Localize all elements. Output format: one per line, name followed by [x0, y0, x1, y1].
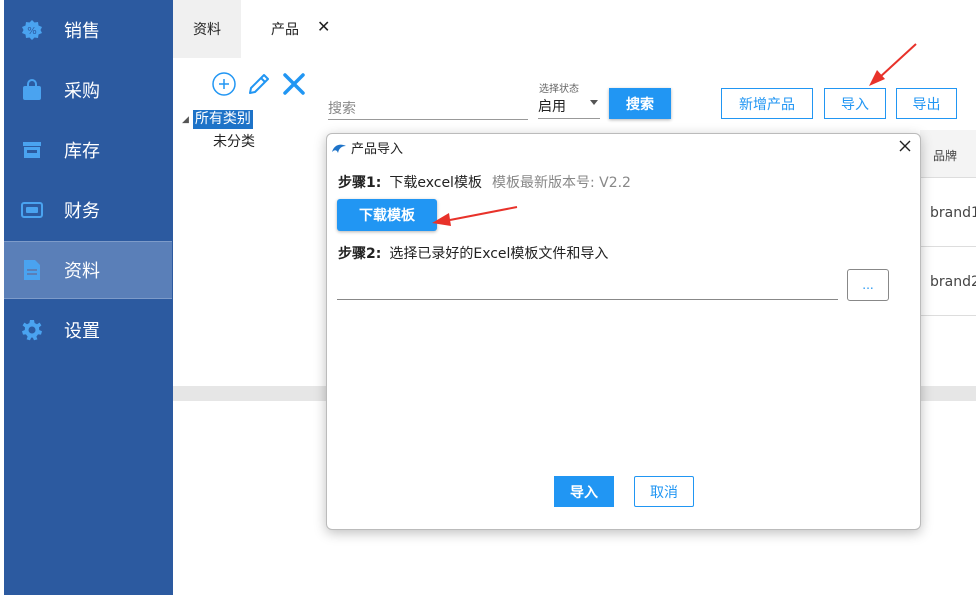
tree-node-label: 所有类别 [192, 110, 253, 129]
column-header-brand[interactable]: 品牌 [920, 130, 976, 178]
sidebar-item-label: 财务 [64, 201, 100, 222]
template-version: 模板最新版本号: V2.2 [491, 175, 631, 191]
import-button[interactable]: 导入 [824, 88, 886, 119]
product-table: 品牌 brand1 brand2 [920, 130, 976, 316]
new-product-button[interactable]: 新增产品 [721, 88, 813, 119]
step1-row: 步骤1: 下载excel模板 模板最新版本号: V2.2 [338, 172, 631, 192]
sidebar: % 销售 采购 库存 财务 资料 设置 [0, 0, 173, 595]
dialog-import-button[interactable]: 导入 [554, 476, 614, 507]
sidebar-item-data[interactable]: 资料 [4, 241, 172, 299]
edit-category-icon[interactable] [245, 70, 273, 98]
sidebar-item-label: 采购 [64, 81, 100, 102]
add-category-icon[interactable] [210, 70, 238, 98]
browse-file-button[interactable]: ... [847, 269, 889, 301]
document-icon [20, 258, 44, 282]
dialog-cancel-button[interactable]: 取消 [634, 476, 694, 507]
finance-icon [20, 198, 44, 222]
search-button[interactable]: 搜索 [609, 88, 671, 119]
step1-label: 步骤1: [338, 175, 382, 191]
table-row[interactable]: brand2 [920, 247, 976, 316]
status-value: 启用 [538, 99, 566, 115]
tab-close-icon[interactable]: ✕ [317, 17, 330, 36]
tree-node-uncategorized[interactable]: 未分类 [213, 131, 255, 151]
step1-text: 下载excel模板 [389, 175, 482, 191]
sidebar-item-label: 设置 [64, 321, 100, 342]
store-icon [20, 138, 44, 162]
step2-label: 步骤2: [338, 246, 382, 262]
sidebar-item-finance[interactable]: 财务 [4, 181, 172, 239]
sidebar-item-sales[interactable]: % 销售 [4, 1, 172, 59]
download-template-button[interactable]: 下载模板 [337, 199, 437, 231]
delete-category-icon[interactable] [280, 70, 308, 98]
shopping-bag-icon [20, 78, 44, 102]
status-select[interactable]: 启用 [538, 93, 600, 119]
svg-text:%: % [27, 26, 37, 37]
tree-expand-icon[interactable]: ◢ [182, 115, 189, 125]
export-button[interactable]: 导出 [896, 88, 957, 119]
tab-bar: 资料 产品 ✕ [173, 0, 976, 58]
table-row[interactable]: brand1 [920, 178, 976, 247]
dropdown-caret-icon [590, 100, 598, 105]
sidebar-item-settings[interactable]: 设置 [4, 301, 172, 359]
dialog-title: 产品导入 [351, 142, 404, 157]
app-logo-icon [331, 140, 347, 156]
file-path-field[interactable] [337, 276, 838, 300]
close-icon[interactable] [896, 137, 914, 155]
sidebar-item-label: 销售 [64, 21, 100, 42]
sales-icon: % [20, 18, 44, 42]
product-import-dialog: 产品导入 步骤1: 下载excel模板 模板最新版本号: V2.2 下载模板 步… [326, 133, 921, 530]
sidebar-item-inventory[interactable]: 库存 [4, 121, 172, 179]
sidebar-item-label: 资料 [64, 261, 100, 282]
tree-toolbar [210, 70, 315, 98]
dialog-title-bar: 产品导入 [331, 138, 403, 157]
sidebar-item-purchase[interactable]: 采购 [4, 61, 172, 119]
sidebar-item-label: 库存 [64, 141, 100, 162]
search-input[interactable] [328, 92, 528, 120]
gear-icon [20, 318, 44, 342]
step2-text: 选择已录好的Excel模板文件和导入 [389, 246, 609, 262]
step2-row: 步骤2: 选择已录好的Excel模板文件和导入 [338, 243, 608, 263]
tab-data[interactable]: 资料 [173, 0, 241, 58]
tree-node-all-categories[interactable]: ◢ 所有类别 [182, 110, 253, 129]
